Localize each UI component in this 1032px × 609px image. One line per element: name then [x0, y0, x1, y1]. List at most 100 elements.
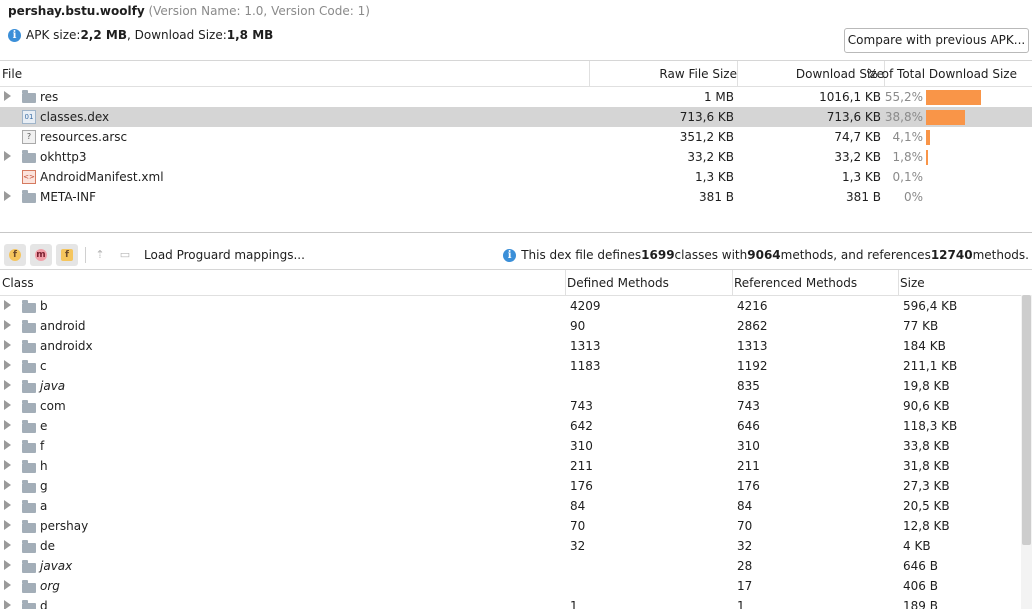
tree-up-icon[interactable]: ⇡ — [93, 248, 107, 262]
column-file[interactable]: File — [2, 67, 22, 81]
expand-arrow-icon[interactable] — [4, 440, 11, 450]
scrollbar-thumb[interactable] — [1022, 295, 1031, 545]
expand-arrow-icon[interactable] — [4, 320, 11, 330]
referenced-methods: 1313 — [737, 339, 768, 353]
class-name: h — [40, 459, 48, 473]
referenced-methods: 2862 — [737, 319, 768, 333]
percent-total: 0% — [903, 190, 923, 204]
class-size: 19,8 KB — [903, 379, 950, 393]
class-table: Class Defined Methods Referenced Methods… — [0, 269, 1032, 609]
defined-methods: 32 — [570, 539, 586, 553]
percent-total: 55,2% — [884, 90, 923, 104]
version-info: (Version Name: 1.0, Version Code: 1) — [148, 4, 370, 18]
column-defined-methods[interactable]: Defined Methods — [567, 276, 669, 290]
defined-methods: 211 — [570, 459, 593, 473]
folder-icon — [22, 90, 36, 103]
package-folder-icon — [22, 560, 36, 573]
class-name: android — [40, 319, 86, 333]
show-referenced-button[interactable]: f — [56, 244, 78, 266]
referenced-methods: 176 — [737, 479, 760, 493]
referenced-methods: 211 — [737, 459, 760, 473]
file-name: res — [40, 90, 59, 104]
expand-arrow-icon[interactable] — [4, 400, 11, 410]
expand-arrow-icon[interactable] — [4, 191, 11, 201]
file-row[interactable]: okhttp3 33,2 KB 33,2 KB 1,8% — [0, 147, 1032, 167]
class-size: 646 B — [903, 559, 938, 573]
class-name: a — [40, 499, 48, 513]
class-row[interactable]: android 90 2862 77 KB — [0, 316, 1032, 336]
deobfuscate-icon[interactable]: ▭ — [118, 248, 132, 262]
defined-methods: 84 — [570, 499, 586, 513]
expand-arrow-icon[interactable] — [4, 340, 11, 350]
class-size: 33,8 KB — [903, 439, 950, 453]
class-row[interactable]: f 310 310 33,8 KB — [0, 436, 1032, 456]
class-row[interactable]: javax 28 646 B — [0, 556, 1032, 576]
file-row[interactable]: META-INF 381 B 381 B 0% — [0, 187, 1032, 207]
column-referenced-methods[interactable]: Referenced Methods — [734, 276, 857, 290]
class-row[interactable]: g 176 176 27,3 KB — [0, 476, 1032, 496]
class-name: com — [40, 399, 66, 413]
package-folder-icon — [22, 600, 36, 609]
class-size: 189 B — [903, 599, 938, 609]
percent-total: 1,8% — [892, 150, 924, 164]
raw-file-size: 1,3 KB — [695, 170, 734, 184]
class-size: 118,3 KB — [903, 419, 958, 433]
class-row[interactable]: d 1 1 189 B — [0, 596, 1032, 609]
class-row[interactable]: de 32 32 4 KB — [0, 536, 1032, 556]
package-folder-icon — [22, 520, 36, 533]
expand-arrow-icon[interactable] — [4, 460, 11, 470]
class-row[interactable]: androidx 1313 1313 184 KB — [0, 336, 1032, 356]
info-icon: i — [8, 28, 21, 42]
expand-arrow-icon[interactable] — [4, 580, 11, 590]
expand-arrow-icon[interactable] — [4, 520, 11, 530]
class-row[interactable]: c 1183 1192 211,1 KB — [0, 356, 1032, 376]
expand-arrow-icon[interactable] — [4, 420, 11, 430]
referenced-methods: 646 — [737, 419, 760, 433]
percent-bar — [926, 150, 928, 165]
file-row[interactable]: 01 classes.dex 713,6 KB 713,6 KB 38,8% — [0, 107, 1032, 127]
expand-arrow-icon[interactable] — [4, 500, 11, 510]
expand-arrow-icon[interactable] — [4, 540, 11, 550]
apk-size-value: 2,2 MB — [80, 28, 127, 42]
class-row[interactable]: a 84 84 20,5 KB — [0, 496, 1032, 516]
file-row[interactable]: ? resources.arsc 351,2 KB 74,7 KB 4,1% — [0, 127, 1032, 147]
dex-info-text: This dex file defines — [521, 248, 642, 262]
column-raw-file-size[interactable]: Raw File Size — [659, 67, 737, 81]
referenced-methods: 4216 — [737, 299, 768, 313]
class-row[interactable]: h 211 211 31,8 KB — [0, 456, 1032, 476]
file-row[interactable]: res 1 MB 1016,1 KB 55,2% — [0, 87, 1032, 107]
expand-arrow-icon[interactable] — [4, 560, 11, 570]
load-proguard-mappings-link[interactable]: Load Proguard mappings... — [144, 248, 305, 262]
class-row[interactable]: com 743 743 90,6 KB — [0, 396, 1032, 416]
class-row[interactable]: b 4209 4216 596,4 KB — [0, 296, 1032, 316]
expand-arrow-icon[interactable] — [4, 360, 11, 370]
class-size: 4 KB — [903, 539, 931, 553]
column-percent-total[interactable]: % of Total Download Size — [866, 67, 1017, 81]
expand-arrow-icon[interactable] — [4, 91, 11, 101]
raw-file-size: 1 MB — [703, 90, 734, 104]
class-name: de — [40, 539, 55, 553]
download-size: 1016,1 KB — [819, 90, 881, 104]
class-size: 184 KB — [903, 339, 946, 353]
expand-arrow-icon[interactable] — [4, 600, 11, 609]
file-name: resources.arsc — [40, 130, 128, 144]
show-fields-button[interactable]: f — [4, 244, 26, 266]
class-name: b — [40, 299, 48, 313]
show-methods-button[interactable]: m — [30, 244, 52, 266]
column-size[interactable]: Size — [900, 276, 925, 290]
defined-methods: 90 — [570, 319, 586, 333]
referenced-methods: 32 — [737, 539, 753, 553]
file-row[interactable]: <> AndroidManifest.xml 1,3 KB 1,3 KB 0,1% — [0, 167, 1032, 187]
class-row[interactable]: org 17 406 B — [0, 576, 1032, 596]
column-class[interactable]: Class — [2, 276, 34, 290]
class-row[interactable]: e 642 646 118,3 KB — [0, 416, 1032, 436]
expand-arrow-icon[interactable] — [4, 300, 11, 310]
dex-toolbar: f m f ⇡ ▭ Load Proguard mappings... i Th… — [0, 241, 1032, 269]
class-row[interactable]: pershay 70 70 12,8 KB — [0, 516, 1032, 536]
class-row[interactable]: java 835 19,8 KB — [0, 376, 1032, 396]
expand-arrow-icon[interactable] — [4, 380, 11, 390]
referenced-methods: 835 — [737, 379, 760, 393]
compare-previous-apk-button[interactable]: Compare with previous APK... — [844, 28, 1029, 53]
expand-arrow-icon[interactable] — [4, 151, 11, 161]
expand-arrow-icon[interactable] — [4, 480, 11, 490]
